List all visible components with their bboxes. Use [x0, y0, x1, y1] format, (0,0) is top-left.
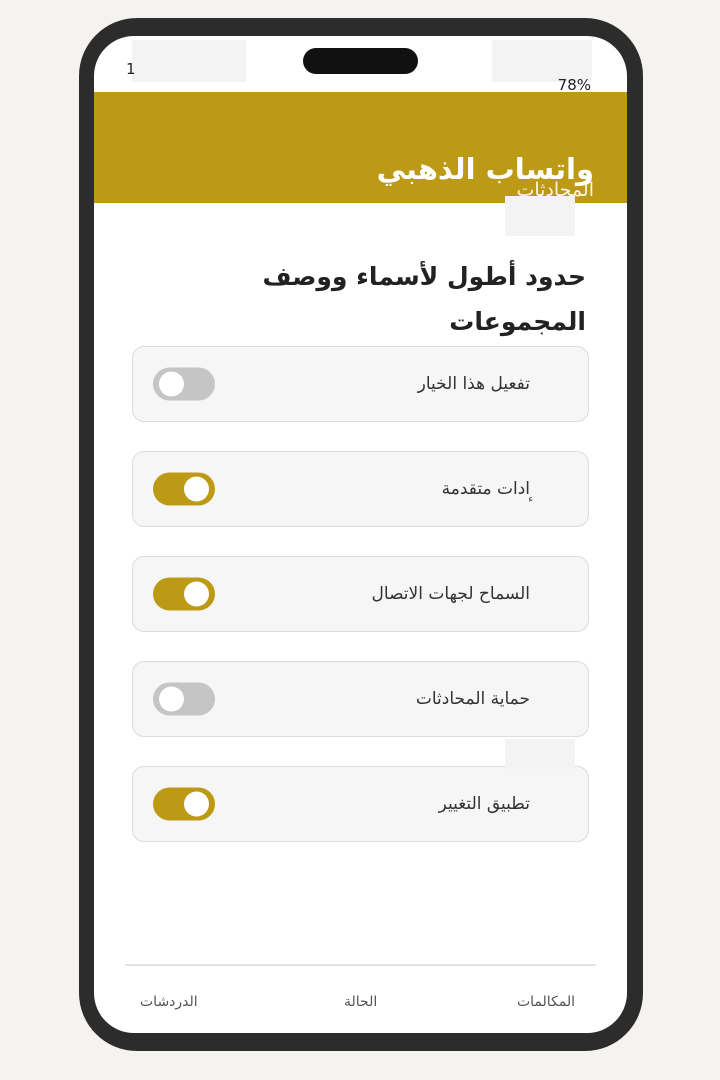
phone-screen: 1 78% واتساب الذهبي المحادثات حدود أطول … — [94, 36, 627, 1033]
option-advanced-tools[interactable]: ادات متقدمة ء — [132, 451, 589, 527]
option-allow-contacts[interactable]: السماح لجهات الاتصال — [132, 556, 589, 632]
option-enable[interactable]: تفعيل هذا الخيار — [132, 346, 589, 422]
content-placeholder — [505, 739, 575, 769]
option-label: تفعيل هذا الخيار — [417, 374, 530, 394]
option-label: حماية المحادثات — [415, 689, 530, 709]
toggle-switch[interactable] — [153, 472, 215, 506]
status-time: 1 — [126, 60, 136, 78]
nav-calls[interactable]: المكالمات — [517, 994, 575, 1010]
option-chat-protection[interactable]: حماية المحادثات — [132, 661, 589, 737]
toggle-switch[interactable] — [153, 682, 215, 716]
status-placeholder-left — [132, 40, 246, 82]
toggle-knob — [184, 791, 209, 817]
toggle-switch[interactable] — [153, 577, 215, 611]
toggle-switch[interactable] — [153, 787, 215, 821]
nav-status[interactable]: الحالة — [344, 994, 377, 1010]
toggle-knob — [184, 476, 209, 502]
header-placeholder — [505, 196, 575, 236]
options-list: تفعيل هذا الخيار ادات متقدمة ء السماح لج… — [132, 346, 589, 871]
option-label: تطبيق التغيير — [438, 794, 530, 814]
option-label: السماح لجهات الاتصال — [371, 584, 530, 604]
camera-notch — [303, 48, 418, 74]
option-label: ادات متقدمة — [441, 479, 530, 499]
app-subtitle: المحادثات — [516, 179, 594, 201]
page-title: حدود أطول لأسماء ووصف المجموعات — [262, 262, 586, 336]
toggle-knob — [184, 581, 209, 607]
toggle-knob — [159, 686, 184, 712]
toggle-knob — [159, 371, 184, 397]
option-apply-change[interactable]: تطبيق التغيير — [132, 766, 589, 842]
battery-level: 78% — [557, 76, 591, 94]
stray-mark: ء — [528, 494, 533, 505]
bottom-nav: المكالمات الحالة الدردشات — [125, 964, 596, 1033]
toggle-switch[interactable] — [153, 367, 215, 401]
nav-chats[interactable]: الدردشات — [140, 994, 198, 1010]
